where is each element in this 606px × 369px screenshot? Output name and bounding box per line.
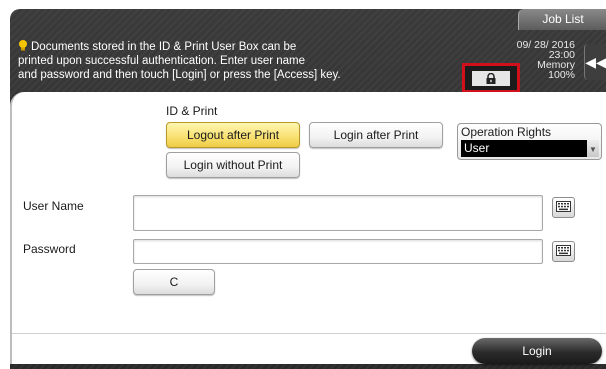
lock-status-indicator[interactable] — [462, 63, 520, 93]
bulb-icon — [18, 40, 28, 51]
operation-rights-select[interactable]: Operation Rights User ▼ — [457, 123, 602, 160]
lock-icon — [472, 71, 510, 86]
operation-rights-label: Operation Rights — [461, 125, 552, 139]
double-left-arrow-icon: ◀◀ — [585, 53, 606, 70]
password-label: Password — [23, 242, 76, 256]
user-name-field[interactable] — [133, 195, 543, 231]
message-line-1: Documents stored in the ID & Print User … — [18, 40, 458, 54]
password-field[interactable] — [133, 239, 543, 264]
keyboard-icon — [556, 243, 571, 261]
keyboard-icon — [556, 199, 571, 217]
clear-button[interactable]: C — [133, 269, 215, 295]
job-list-button[interactable]: Job List — [518, 9, 606, 30]
divider — [12, 333, 606, 334]
login-button[interactable]: Login — [472, 338, 602, 364]
operation-rights-value: User — [461, 140, 587, 157]
password-keyboard-button[interactable] — [552, 241, 575, 262]
back-arrow-button[interactable]: ◀◀ — [584, 44, 606, 80]
login-after-print-button[interactable]: Login after Print — [309, 122, 443, 148]
id-print-title: ID & Print — [166, 104, 218, 118]
user-name-keyboard-button[interactable] — [552, 197, 575, 218]
login-without-print-button[interactable]: Login without Print — [166, 152, 300, 178]
chevron-down-icon: ▼ — [587, 140, 599, 157]
user-name-label: User Name — [23, 199, 84, 213]
message-line-3: and password and then touch [Login] or p… — [18, 69, 341, 81]
logout-after-print-button[interactable]: Logout after Print — [166, 122, 300, 148]
message-line-2: printed upon successful authentication. … — [18, 55, 306, 67]
status-message: Documents stored in the ID & Print User … — [18, 40, 458, 82]
